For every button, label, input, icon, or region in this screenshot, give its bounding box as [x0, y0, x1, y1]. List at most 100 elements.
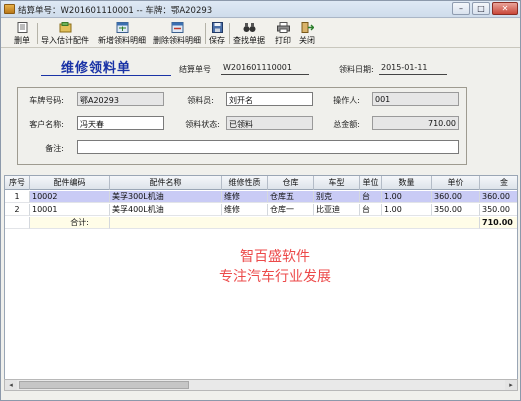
date-value[interactable]: 2015-01-11: [381, 63, 428, 72]
print-button[interactable]: 打印: [273, 21, 293, 46]
total-row-amount: 710.00: [480, 217, 517, 229]
toolbar: 删单 导入估计配件 新增领料明细 删除领料明细 保存 查找单据 打印 关闭: [1, 19, 520, 48]
minimize-button[interactable]: –: [452, 2, 470, 15]
remove-detail-button[interactable]: 删除领料明细: [151, 21, 203, 46]
plate-label: 车牌号码:: [29, 96, 64, 105]
cell-index: 2: [5, 204, 30, 216]
exit-button[interactable]: 关闭: [297, 21, 317, 46]
app-icon: [4, 4, 15, 14]
cell-unit[interactable]: 台: [360, 204, 382, 216]
customer-label: 客户名称:: [29, 120, 64, 129]
cell-amount[interactable]: 350.00: [480, 204, 517, 216]
settle-no-label: 结算单号: [179, 65, 211, 74]
scroll-thumb[interactable]: [19, 381, 189, 389]
title-underline: [41, 75, 171, 76]
total-row: 合计: 710.00: [5, 217, 517, 229]
date-label: 领料日期:: [339, 65, 374, 74]
import-icon: [59, 22, 72, 33]
cell-name[interactable]: 美孚400L机油: [110, 204, 222, 216]
remove-detail-label: 删除领料明细: [153, 36, 201, 45]
table-row[interactable]: 2 10001 美孚400L机油 维修 仓库一 比亚迪 台 1.00 350.0…: [5, 204, 517, 216]
table-row[interactable]: 1 10002 美孚300L机油 维修 仓库五 别克 台 1.00 360.00…: [5, 191, 517, 203]
cell-warehouse[interactable]: 仓库五: [268, 191, 314, 203]
parts-grid: 序号 配件编码 配件名称 维修性质 仓库 车型 单位 数量 单价 金 1 100…: [4, 175, 518, 391]
status-field[interactable]: 已领料: [226, 116, 313, 130]
date-underline: [379, 74, 447, 75]
plate-field[interactable]: 鄂A20293: [77, 92, 164, 106]
cell-nature[interactable]: 维修: [222, 204, 268, 216]
add-detail-button[interactable]: 新增领料明细: [96, 21, 148, 46]
cell-qty[interactable]: 1.00: [382, 204, 432, 216]
maximize-button[interactable]: □: [472, 2, 490, 15]
cell-index-empty: [5, 217, 30, 229]
col-header-unit[interactable]: 单位: [360, 176, 382, 190]
operator-label: 操作人:: [333, 96, 360, 105]
picker-field[interactable]: 刘开名: [226, 92, 313, 106]
note-label: 备注:: [45, 144, 64, 153]
toolbar-separator: [37, 23, 38, 44]
note-field[interactable]: [77, 140, 459, 154]
col-header-amount[interactable]: 金: [480, 176, 517, 190]
find-doc-button[interactable]: 查找单据: [231, 21, 267, 46]
cell-price[interactable]: 360.00: [432, 191, 480, 203]
delete-doc-button[interactable]: 删单: [9, 21, 35, 46]
col-header-warehouse[interactable]: 仓库: [268, 176, 314, 190]
exit-label: 关闭: [299, 36, 315, 45]
printer-icon: [276, 22, 290, 33]
col-header-index[interactable]: 序号: [5, 176, 30, 190]
document-header: 维修领料单 结算单号 W201601110001 领料日期: 2015-01-1…: [1, 49, 520, 79]
cell-index: 1: [5, 191, 30, 203]
grid-header: 序号 配件编码 配件名称 维修性质 仓库 车型 单位 数量 单价 金: [5, 176, 517, 190]
status-label: 领料状态:: [185, 120, 220, 129]
cell-model[interactable]: 别克: [314, 191, 360, 203]
add-detail-icon: [116, 22, 129, 33]
total-field[interactable]: 710.00: [372, 116, 459, 130]
save-button[interactable]: 保存: [207, 21, 227, 46]
cell-price[interactable]: 350.00: [432, 204, 480, 216]
horizontal-scrollbar[interactable]: ◂ ▸: [4, 379, 518, 391]
col-header-name[interactable]: 配件名称: [110, 176, 222, 190]
save-label: 保存: [209, 36, 225, 45]
cell-model[interactable]: 比亚迪: [314, 204, 360, 216]
save-icon: [211, 22, 224, 33]
window-title: 结算单号：W201601110001 -- 车牌：鄂A20293: [18, 6, 213, 16]
cell-unit[interactable]: 台: [360, 191, 382, 203]
settle-no-underline: [221, 74, 309, 75]
cell-warehouse[interactable]: 仓库一: [268, 204, 314, 216]
cell-amount[interactable]: 360.00: [480, 191, 517, 203]
total-label: 总金额:: [333, 120, 360, 129]
cell-name[interactable]: 美孚300L机油: [110, 191, 222, 203]
delete-doc-icon: [16, 22, 29, 33]
customer-field[interactable]: 冯天春: [77, 116, 164, 130]
scroll-right-button[interactable]: ▸: [505, 380, 517, 390]
delete-doc-label: 删单: [14, 36, 30, 45]
material-requisition-window: 结算单号：W201601110001 -- 车牌：鄂A20293 – □ ✕ 删…: [0, 0, 521, 401]
col-header-model[interactable]: 车型: [314, 176, 360, 190]
close-window-button[interactable]: ✕: [492, 2, 518, 15]
exit-icon: [301, 22, 314, 33]
total-row-label: 合计:: [30, 217, 110, 229]
cell-code[interactable]: 10002: [30, 191, 110, 203]
watermark-line2: 专注汽车行业发展: [219, 269, 331, 285]
info-group: 车牌号码: 鄂A20293 领料员: 刘开名 操作人: 001 客户名称: 冯天…: [17, 87, 467, 165]
add-detail-label: 新增领料明细: [98, 36, 146, 45]
operator-field[interactable]: 001: [372, 92, 459, 106]
title-bar: 结算单号：W201601110001 -- 车牌：鄂A20293 – □ ✕: [1, 1, 520, 18]
col-header-price[interactable]: 单价: [432, 176, 480, 190]
binoculars-icon: [243, 22, 256, 33]
col-header-nature[interactable]: 维修性质: [222, 176, 268, 190]
cell-nature[interactable]: 维修: [222, 191, 268, 203]
col-header-code[interactable]: 配件编码: [30, 176, 110, 190]
toolbar-separator: [229, 23, 230, 44]
cell-qty[interactable]: 1.00: [382, 191, 432, 203]
cell-code[interactable]: 10001: [30, 204, 110, 216]
picker-label: 领料员:: [187, 96, 214, 105]
col-header-qty[interactable]: 数量: [382, 176, 432, 190]
print-label: 打印: [275, 36, 291, 45]
remove-detail-icon: [171, 22, 184, 33]
import-parts-button[interactable]: 导入估计配件: [39, 21, 91, 46]
toolbar-separator: [205, 23, 206, 44]
document-title: 维修领料单: [61, 61, 132, 76]
settle-no-value: W201601110001: [223, 63, 292, 72]
scroll-left-button[interactable]: ◂: [5, 380, 17, 390]
